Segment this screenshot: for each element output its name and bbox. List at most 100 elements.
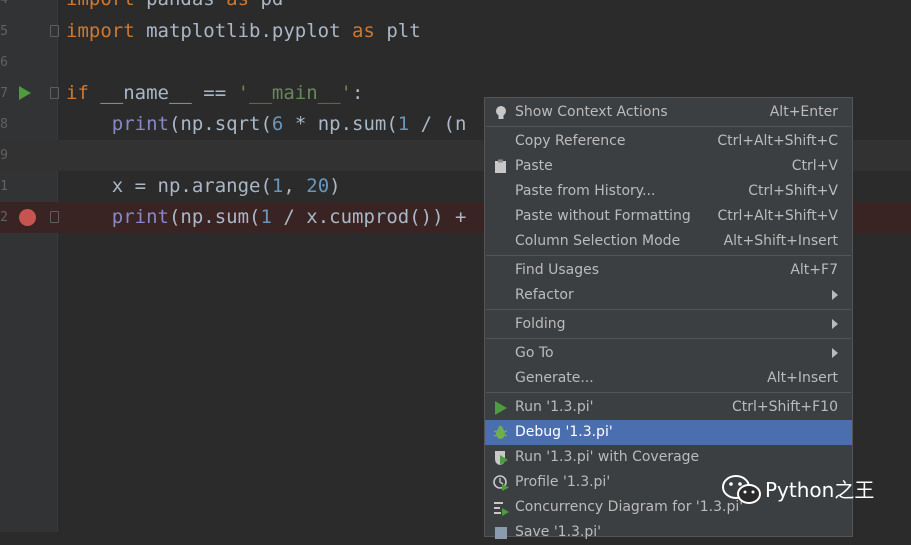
code-token: / x.cumprod()) +	[271, 206, 467, 228]
menu-item-label: Paste from History...	[515, 183, 656, 199]
menu-item-shortcut: Ctrl+Shift+F10	[731, 399, 838, 415]
code-token: pandas	[135, 0, 227, 10]
menu-item-shortcut: Ctrl+Shift+V	[748, 183, 838, 199]
run-gutter-icon[interactable]	[19, 86, 31, 100]
menu-item-shortcut: Ctrl+Alt+Shift+C	[717, 133, 838, 149]
menu-item-shortcut: Alt+F7	[790, 262, 838, 278]
menu-item-label: Go To	[515, 345, 554, 361]
code-token: ,	[283, 175, 307, 197]
code-token: plt	[374, 20, 421, 42]
menu-item-copy-reference[interactable]: Copy Reference Ctrl+Alt+Shift+C	[485, 129, 852, 154]
submenu-arrow-icon	[832, 319, 838, 329]
code-text[interactable]: x = np.arange(1, 20)	[66, 171, 341, 202]
menu-item-shortcut: Ctrl+V	[791, 158, 838, 174]
menu-item-label: Run '1.3.pi' with Coverage	[515, 449, 700, 465]
code-token: '__main__'	[237, 82, 352, 104]
line-number: 9	[0, 148, 8, 163]
fold-marker-icon[interactable]	[50, 211, 59, 223]
menu-item-label: Column Selection Mode	[515, 233, 681, 249]
debug-icon	[492, 424, 509, 441]
menu-item-label: Show Context Actions	[515, 104, 668, 120]
code-text[interactable]: print(np.sum(1 / x.cumprod()) +	[66, 202, 467, 233]
code-token: * np.sum(	[283, 113, 398, 135]
code-token: (np.sqrt(	[168, 113, 272, 135]
code-token: pd	[249, 0, 283, 10]
run-icon	[492, 399, 509, 416]
menu-item-shortcut: Alt+Insert	[767, 370, 838, 386]
menu-item-label: Paste without Formatting	[515, 208, 691, 224]
line-number: 8	[0, 117, 8, 132]
code-token: 1	[397, 113, 410, 135]
menu-separator	[486, 338, 851, 339]
menu-separator	[486, 255, 851, 256]
menu-item-label: Run '1.3.pi'	[515, 399, 594, 415]
menu-item-refactor[interactable]: Refactor	[485, 283, 852, 308]
code-line[interactable]: 5 import matplotlib.pyplot as plt	[0, 16, 911, 47]
menu-item-label: Debug '1.3.pi'	[515, 424, 613, 440]
code-token: if	[66, 82, 89, 104]
code-token: import	[66, 20, 135, 42]
code-text[interactable]: print(np.sqrt(6 * np.sum(1 / (n	[66, 109, 467, 140]
menu-separator	[486, 309, 851, 310]
menu-item-label: Find Usages	[515, 262, 600, 278]
line-number: 4	[0, 0, 8, 15]
line-number: 1	[0, 179, 8, 194]
menu-item-run[interactable]: Run '1.3.pi' Ctrl+Shift+F10	[485, 395, 852, 420]
clipboard-icon	[492, 158, 509, 175]
menu-item-save[interactable]: Save '1.3.pi'	[485, 520, 852, 545]
submenu-arrow-icon	[832, 290, 838, 300]
code-text[interactable]: if __name__ == '__main__':	[66, 78, 363, 109]
code-token: as	[226, 0, 249, 10]
menu-item-column-selection-mode[interactable]: Column Selection Mode Alt+Shift+Insert	[485, 229, 852, 254]
code-line[interactable]: 6	[0, 47, 911, 78]
menu-item-paste-from-history[interactable]: Paste from History... Ctrl+Shift+V	[485, 179, 852, 204]
line-number: 6	[0, 55, 8, 70]
line-number: 5	[0, 24, 8, 39]
profile-icon	[492, 474, 509, 491]
menu-item-label: Generate...	[515, 370, 594, 386]
code-text[interactable]: import pandas as pd	[66, 0, 283, 15]
menu-item-label: Refactor	[515, 287, 574, 303]
menu-item-label: Save '1.3.pi'	[515, 524, 602, 540]
code-token: (np.sum(	[168, 206, 261, 228]
menu-item-folding[interactable]: Folding	[485, 312, 852, 337]
menu-item-paste[interactable]: Paste Ctrl+V	[485, 154, 852, 179]
code-token: x = np.arange(	[66, 175, 272, 197]
menu-item-paste-without-formatting[interactable]: Paste without Formatting Ctrl+Alt+Shift+…	[485, 204, 852, 229]
code-token: 20	[306, 175, 330, 197]
code-token: import	[66, 0, 135, 10]
menu-item-show-context-actions[interactable]: Show Context Actions Alt+Enter	[485, 100, 852, 125]
watermark-text: Python之王	[765, 478, 875, 502]
context-menu: Show Context Actions Alt+Enter Copy Refe…	[484, 97, 853, 540]
menu-item-generate[interactable]: Generate... Alt+Insert	[485, 366, 852, 391]
menu-item-label: Paste	[515, 158, 553, 174]
menu-item-label: Concurrency Diagram for '1.3.pi'	[515, 499, 744, 515]
menu-item-debug[interactable]: Debug '1.3.pi'	[485, 420, 852, 445]
menu-item-shortcut: Alt+Enter	[769, 104, 838, 120]
code-token: 1	[271, 175, 284, 197]
menu-item-label: Copy Reference	[515, 133, 626, 149]
menu-item-label: Profile '1.3.pi'	[515, 474, 611, 490]
breakpoint-icon[interactable]	[19, 209, 36, 226]
line-number: 2	[0, 210, 8, 225]
save-icon	[492, 524, 509, 541]
code-token: 1	[260, 206, 272, 228]
lightbulb-icon	[492, 104, 509, 121]
submenu-arrow-icon	[832, 348, 838, 358]
menu-item-run-with-coverage[interactable]: Run '1.3.pi' with Coverage	[485, 445, 852, 470]
code-token: print	[111, 206, 169, 228]
code-token: __name__ ==	[88, 82, 238, 104]
code-token: / (n	[409, 113, 467, 135]
fold-marker-icon[interactable]	[50, 25, 59, 37]
code-token: )	[329, 175, 341, 197]
code-text[interactable]: import matplotlib.pyplot as plt	[66, 16, 421, 47]
menu-item-shortcut: Ctrl+Alt+Shift+V	[717, 208, 838, 224]
code-line[interactable]: 4 import pandas as pd	[0, 0, 911, 15]
fold-marker-icon[interactable]	[50, 87, 59, 99]
line-number: 7	[0, 86, 8, 101]
wechat-icon	[721, 473, 763, 507]
menu-item-find-usages[interactable]: Find Usages Alt+F7	[485, 258, 852, 283]
code-token: 6	[271, 113, 284, 135]
menu-item-go-to[interactable]: Go To	[485, 341, 852, 366]
